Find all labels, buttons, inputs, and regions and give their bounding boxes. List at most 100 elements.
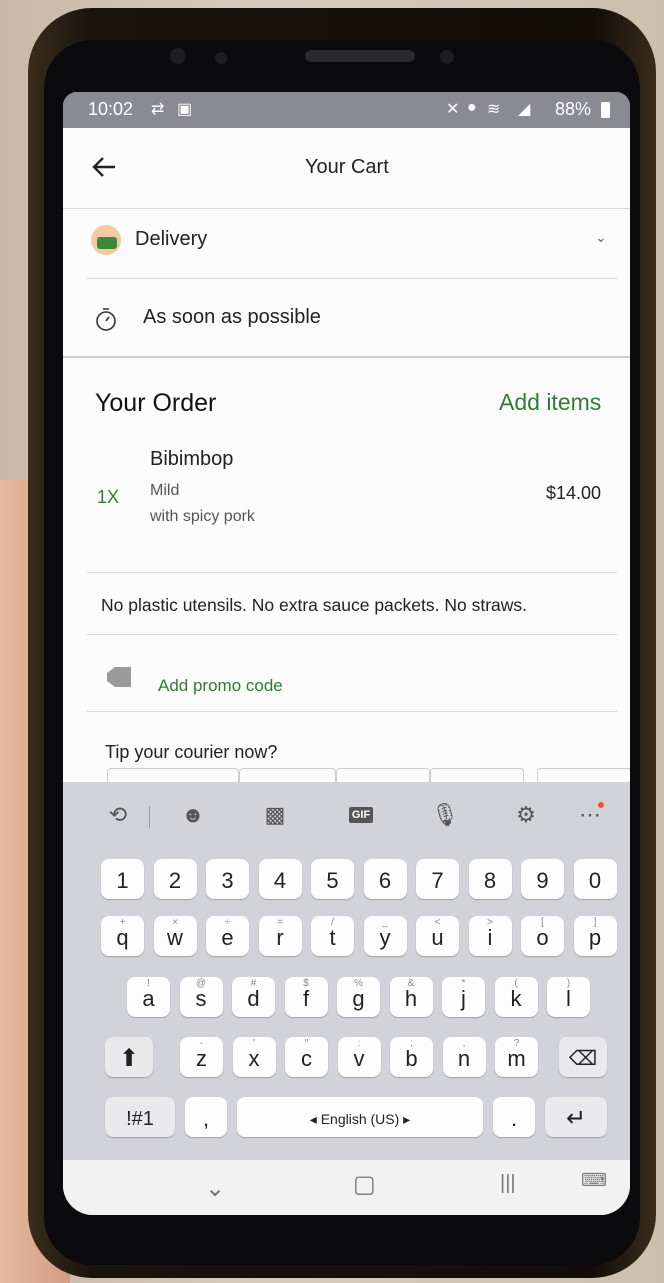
key-h[interactable]: & h [389, 977, 433, 1017]
key-label: 8 [483, 868, 497, 893]
comma-key[interactable]: , [185, 1097, 227, 1137]
earpiece-speaker [305, 50, 415, 62]
space-key[interactable]: ◂ English (US) ▸ [237, 1097, 483, 1137]
key-secondary-symbol: [ [541, 917, 544, 928]
page-title: Your Cart [305, 156, 389, 178]
key-4[interactable]: 4 [258, 859, 302, 899]
key-b[interactable]: ; b [390, 1037, 433, 1077]
delivery-selector[interactable]: Delivery ⌄ [63, 209, 630, 279]
key-label: r [276, 925, 284, 950]
order-heading: Your Order [95, 389, 217, 417]
chevron-down-icon: ⌄ [595, 229, 607, 245]
key-label: i [487, 925, 493, 950]
key-9[interactable]: 9 [521, 859, 564, 899]
battery-percent: 88% [555, 99, 592, 119]
key-3[interactable]: 3 [206, 859, 249, 899]
key-label: l [566, 986, 571, 1011]
key-z[interactable]: -z [180, 1037, 223, 1077]
key-x[interactable]: ' x [232, 1037, 276, 1077]
schedule-selector[interactable]: As soon as possible [63, 279, 630, 355]
key-r[interactable]: = r [258, 916, 302, 956]
item-option: Mild [150, 482, 180, 499]
key-2[interactable]: 2 [153, 859, 197, 899]
notification-dot [598, 802, 604, 808]
key-v[interactable]: :v [337, 1037, 381, 1077]
key-f[interactable]: $ f [284, 977, 328, 1017]
key-1[interactable]: 1 [101, 859, 144, 899]
divider [87, 711, 617, 712]
key-label: h [404, 986, 418, 1011]
key-label: y [379, 925, 391, 950]
key-label: x [248, 1046, 260, 1071]
status-bar: 10:02 ⇄ ▣ ✕ ● ≋ ◢ 88% [63, 92, 630, 128]
microphone-icon[interactable]: 🎙 [430, 800, 460, 830]
stopwatch-icon [96, 308, 116, 331]
key-secondary-symbol: ? [513, 1038, 520, 1049]
period-key[interactable]: . [493, 1097, 535, 1137]
hide-keyboard-icon[interactable]: ⌄ [205, 1174, 225, 1203]
add-items-link[interactable]: Add items [499, 389, 601, 416]
key-k[interactable]: (k [494, 977, 538, 1017]
shift-key[interactable]: ⬆ [105, 1037, 153, 1077]
key-q[interactable]: + q [101, 916, 144, 956]
key-u[interactable]: < u [416, 916, 459, 956]
key-8[interactable]: 8 [468, 859, 512, 899]
sensor-dot [170, 48, 186, 64]
order-notes[interactable]: No plastic utensils. No extra sauce pack… [101, 595, 527, 616]
key-y[interactable]: _ y [363, 916, 407, 956]
location-icon: ● [467, 99, 477, 116]
backspace-key[interactable]: ⌫ [559, 1037, 607, 1077]
key-label: v [353, 1046, 365, 1071]
key-5[interactable]: 5 [311, 859, 354, 899]
screen: 10:02 ⇄ ▣ ✕ ● ≋ ◢ 88% Your Cart Delivery… [63, 92, 630, 1215]
key-i[interactable]: > i [468, 916, 512, 956]
symbols-key[interactable]: !#1 [105, 1097, 175, 1137]
wifi-icon: ≋ [487, 101, 501, 118]
key-d[interactable]: # d [232, 977, 275, 1017]
key-c[interactable]: " c [285, 1037, 328, 1077]
key-secondary-symbol: ÷ [224, 917, 231, 928]
key-e[interactable]: ÷ e [206, 916, 249, 956]
key-label: b [405, 1046, 418, 1071]
key-n[interactable]: ,n [442, 1037, 486, 1077]
key-w[interactable]: × w [153, 916, 197, 956]
key-secondary-symbol: @ [195, 978, 207, 989]
gif-icon[interactable]: GIF [346, 800, 376, 830]
key-g[interactable]: % g [337, 977, 380, 1017]
emoji-icon[interactable]: ☻ [178, 800, 208, 830]
sticker-icon[interactable]: ▩ [260, 800, 290, 830]
key-t[interactable]: / t [311, 916, 354, 956]
key-label: d [247, 986, 260, 1011]
key-secondary-symbol: ] [593, 917, 597, 928]
key-0[interactable]: 0 [573, 859, 617, 899]
order-item[interactable]: 1X Bibimbop Mild with spicy pork $14.00 [63, 442, 630, 572]
key-l[interactable]: ) l [547, 977, 590, 1017]
keyboard-toolbar: ⟲ ☻ ▩ GIF 🎙 ⚙ ⋯ [63, 782, 630, 848]
enter-key[interactable]: ↵ [545, 1097, 607, 1137]
key-label: 1 [116, 868, 129, 893]
sync-icon: ⇄ [151, 101, 165, 118]
key-label: m [507, 1046, 526, 1071]
sensor-dot [215, 52, 227, 64]
key-6[interactable]: 6 [363, 859, 407, 899]
key-a[interactable]: ! a [127, 977, 170, 1017]
text-mode-icon[interactable]: ⟲ [103, 800, 133, 830]
key-7[interactable]: 7 [416, 859, 459, 899]
recent-apps-icon[interactable]: ||| [500, 1172, 516, 1195]
item-option: with spicy pork [150, 508, 255, 525]
keyboard-icon[interactable]: ⌨ [581, 1170, 607, 1191]
key-p[interactable]: ] p [573, 916, 617, 956]
promo-code-row[interactable]: Add promo code [63, 635, 630, 711]
key-label: t [329, 925, 336, 950]
key-s[interactable]: @ s [179, 977, 223, 1017]
key-m[interactable]: ? m [495, 1037, 538, 1077]
key-label: 7 [431, 868, 444, 893]
key-o[interactable]: [o [521, 916, 564, 956]
back-arrow-icon[interactable] [91, 156, 117, 178]
key-secondary-symbol: × [172, 917, 178, 928]
home-button-icon[interactable]: ▢ [353, 1170, 376, 1199]
key-j[interactable]: * j [442, 977, 485, 1017]
key-secondary-symbol: # [250, 978, 257, 989]
key-label: 2 [168, 868, 182, 893]
gear-icon[interactable]: ⚙ [511, 800, 541, 830]
